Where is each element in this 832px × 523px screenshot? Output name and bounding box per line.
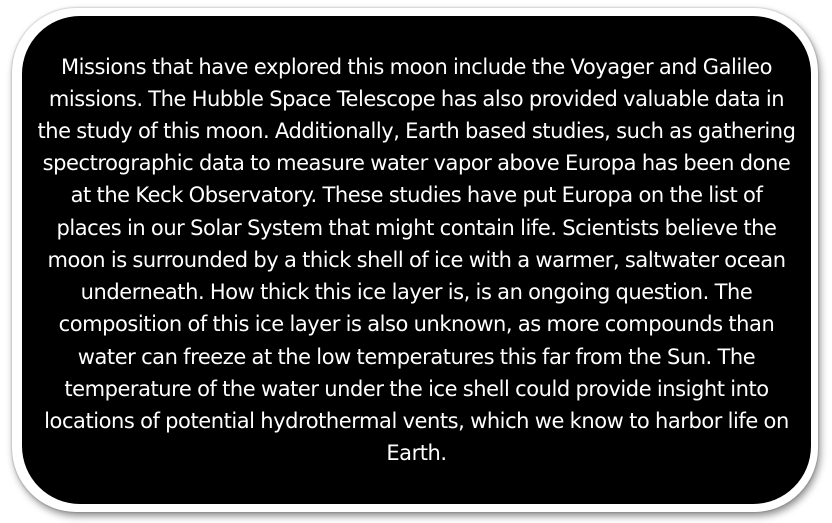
card-paragraph: Missions that have explored this moon in… — [37, 54, 796, 466]
info-card: Missions that have explored this moon in… — [22, 16, 811, 504]
